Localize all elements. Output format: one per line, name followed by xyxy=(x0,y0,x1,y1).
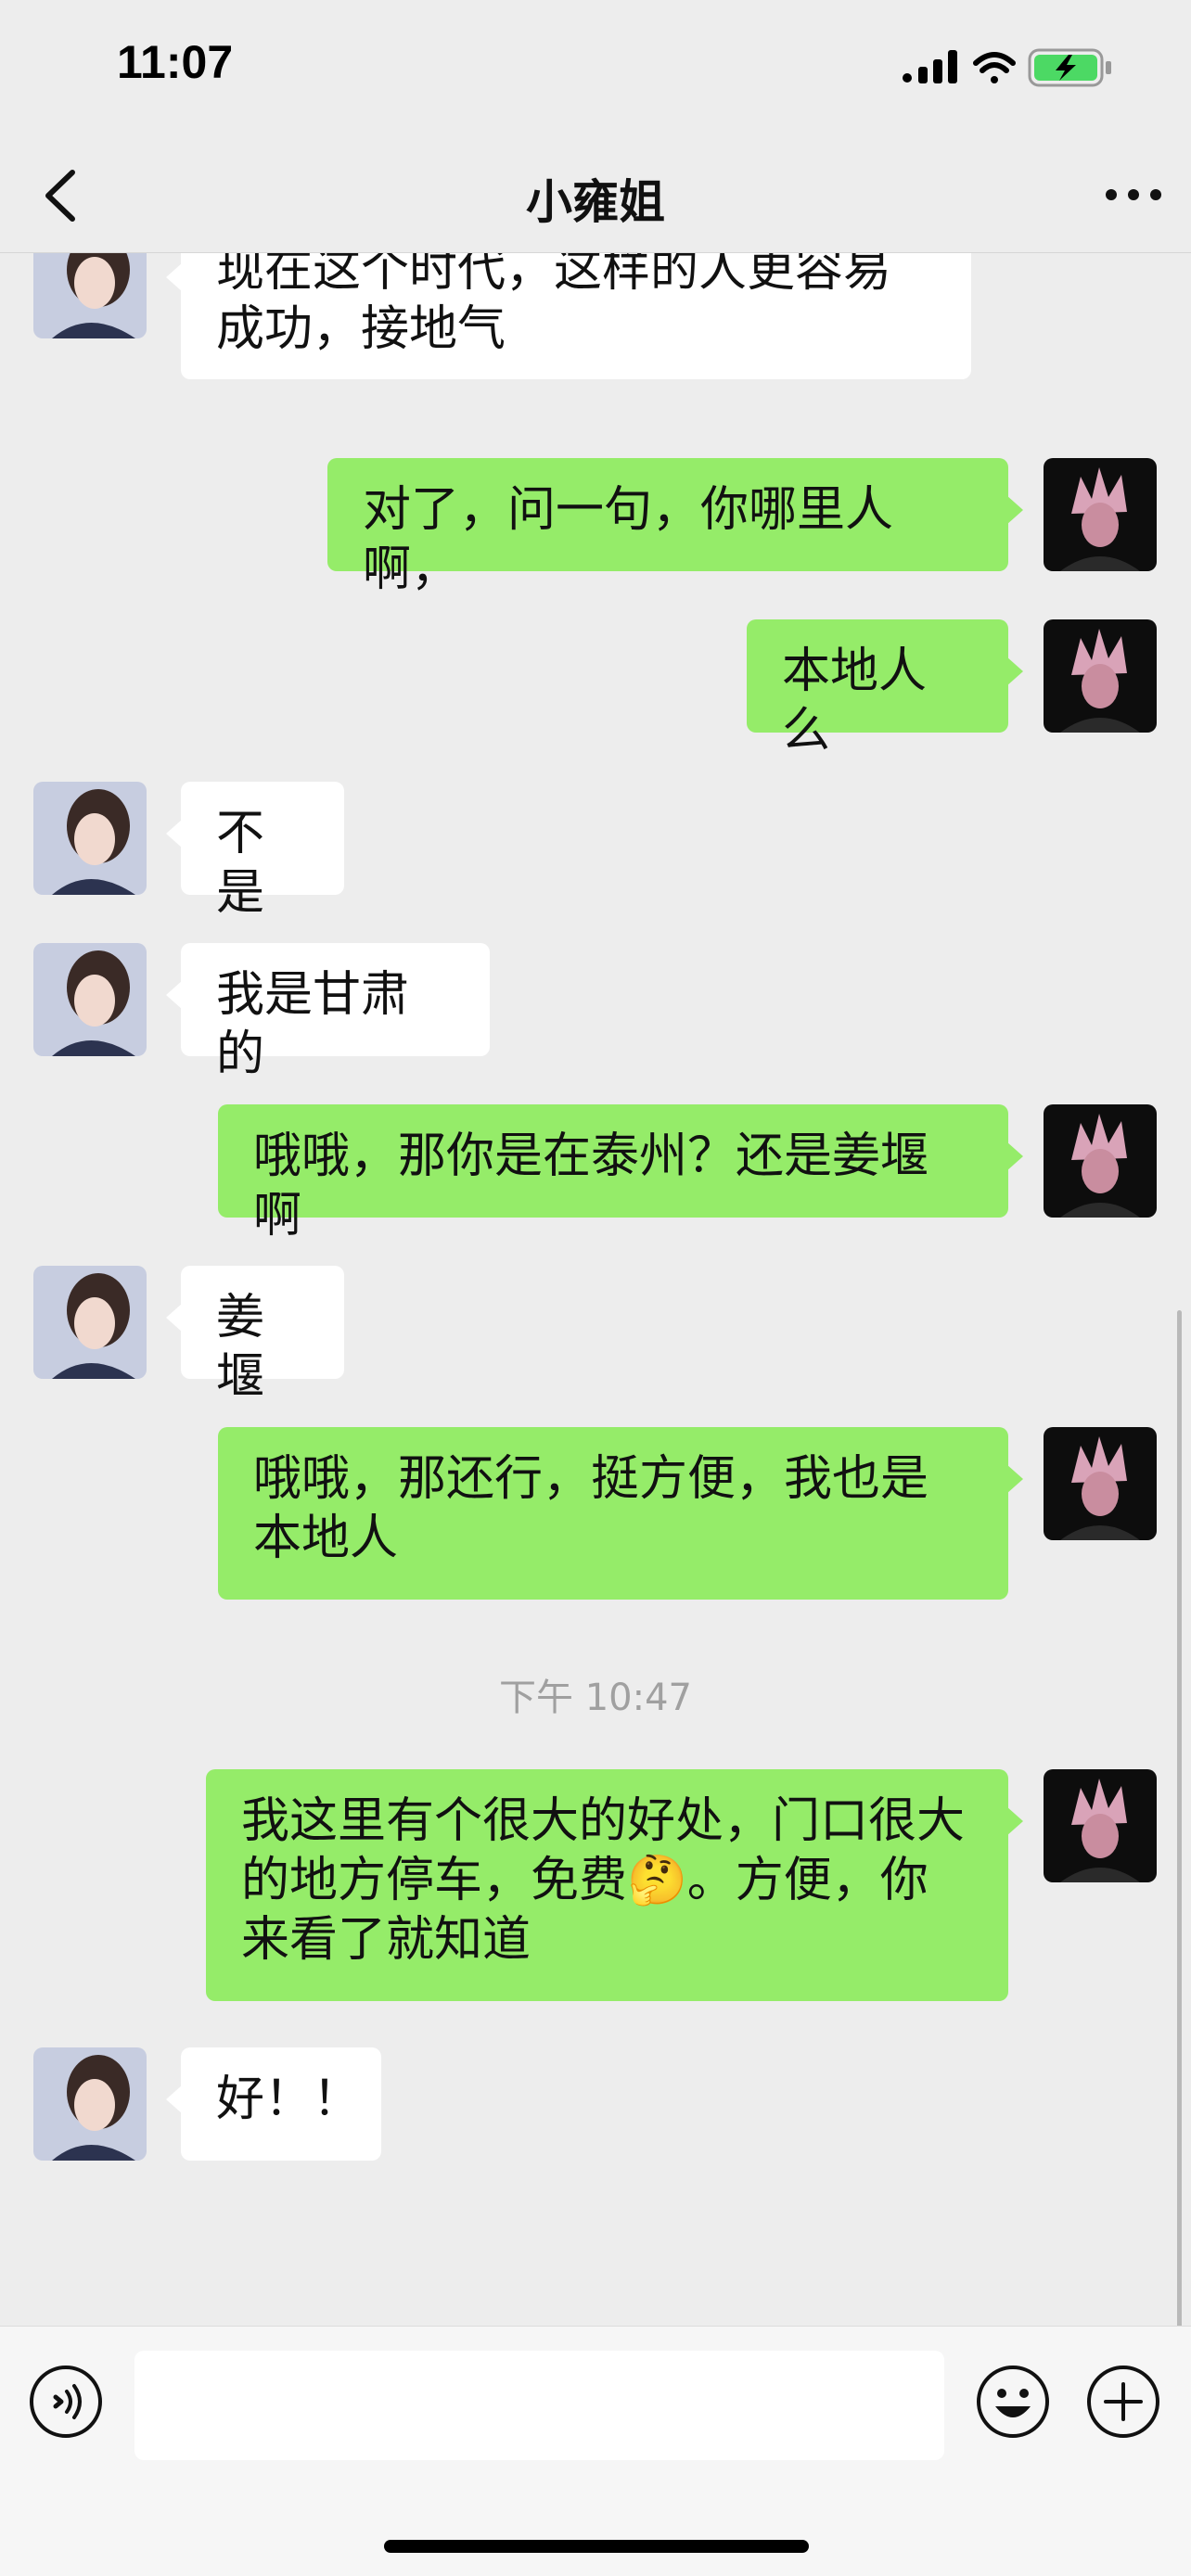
contact-avatar[interactable] xyxy=(33,1266,147,1379)
message-bubble[interactable]: 我是甘肃的 xyxy=(166,943,490,1082)
plus-icon[interactable] xyxy=(1085,2364,1161,2440)
contact-avatar[interactable] xyxy=(33,2047,147,2161)
self-avatar[interactable] xyxy=(1044,1104,1157,1218)
message-text: 不是 xyxy=(216,806,265,921)
message-text: 哦哦，那你是在泰州？还是姜堰啊 xyxy=(253,1129,929,1243)
message-bubble[interactable]: 不是 xyxy=(166,782,344,921)
message-row: 姜堰 xyxy=(0,1266,1191,1405)
status-icons xyxy=(903,48,1111,87)
chat-messages[interactable]: 现在这个时代，这样的人更容易成功，接地气 对了，问一句，你哪里人啊， 本地人么 xyxy=(0,253,1191,2326)
message-bubble[interactable]: 哦哦，那还行，挺方便，我也是本地人 xyxy=(218,1427,1023,1600)
contact-avatar[interactable] xyxy=(33,253,147,338)
chat-title: 小雍姐 xyxy=(526,175,665,229)
message-text: 好！！ xyxy=(216,2072,362,2127)
status-time: 11:07 xyxy=(117,36,234,88)
message-row: 我是甘肃的 xyxy=(0,943,1191,1082)
chat-screen: 11:07 小雍姐 现在这个时代，这样的人更容易成功，接地气 对了，问一句，你哪… xyxy=(0,0,1191,2576)
message-row: 现在这个时代，这样的人更容易成功，接地气 xyxy=(0,253,1191,429)
message-text: 现在这个时代，这样的人更容易成功，接地气 xyxy=(216,253,892,357)
message-input[interactable] xyxy=(134,2351,944,2460)
message-row: 对了，问一句，你哪里人啊， xyxy=(0,458,1191,597)
status-bar: 11:07 xyxy=(0,0,1191,139)
self-avatar[interactable] xyxy=(1044,619,1157,733)
message-bubble[interactable]: 好！！ xyxy=(166,2047,381,2161)
contact-avatar[interactable] xyxy=(33,782,147,895)
message-text: 对了，问一句，你哪里人啊， xyxy=(363,482,894,597)
message-text: 姜堰 xyxy=(216,1290,265,1405)
input-bar xyxy=(0,2326,1191,2576)
more-dots-icon[interactable] xyxy=(1104,176,1163,213)
message-row: 好！！ xyxy=(0,2047,1191,2161)
message-bubble[interactable]: 对了，问一句，你哪里人啊， xyxy=(327,458,1023,597)
nav-bar: 小雍姐 xyxy=(0,139,1191,253)
battery-charging-icon xyxy=(1028,48,1111,87)
scrollbar[interactable] xyxy=(1177,1310,1182,2326)
message-row: 哦哦，那你是在泰州？还是姜堰啊 xyxy=(0,1104,1191,1243)
message-bubble[interactable]: 哦哦，那你是在泰州？还是姜堰啊 xyxy=(218,1104,1023,1243)
message-bubble[interactable]: 现在这个时代，这样的人更容易成功，接地气 xyxy=(166,253,971,379)
home-indicator xyxy=(384,2540,809,2553)
message-row: 本地人么 xyxy=(0,619,1191,759)
self-avatar[interactable] xyxy=(1044,1427,1157,1540)
message-bubble[interactable]: 姜堰 xyxy=(166,1266,344,1405)
message-row: 我这里有个很大的好处，门口很大的地方停车，免费🤔。方便，你来看了就知道 xyxy=(0,1769,1191,2001)
message-row: 不是 xyxy=(0,782,1191,921)
message-text: 本地人么 xyxy=(782,644,928,759)
self-avatar[interactable] xyxy=(1044,1769,1157,1882)
cellular-signal-icon xyxy=(903,50,957,83)
message-bubble[interactable]: 我这里有个很大的好处，门口很大的地方停车，免费🤔。方便，你来看了就知道 xyxy=(206,1769,1023,2001)
self-avatar[interactable] xyxy=(1044,458,1157,571)
message-row: 哦哦，那还行，挺方便，我也是本地人 xyxy=(0,1427,1191,1600)
voice-icon[interactable] xyxy=(28,2364,104,2440)
emoji-icon[interactable] xyxy=(975,2364,1051,2440)
message-bubble[interactable]: 本地人么 xyxy=(747,619,1023,759)
message-text: 我这里有个很大的好处，门口很大的地方停车，免费🤔。方便，你来看了就知道 xyxy=(241,1793,966,1968)
wifi-icon xyxy=(973,52,1016,83)
message-text: 哦哦，那还行，挺方便，我也是本地人 xyxy=(253,1451,929,1566)
message-timestamp: 下午 10:47 xyxy=(499,1677,692,1719)
contact-avatar[interactable] xyxy=(33,943,147,1056)
message-text: 我是甘肃的 xyxy=(216,967,410,1082)
